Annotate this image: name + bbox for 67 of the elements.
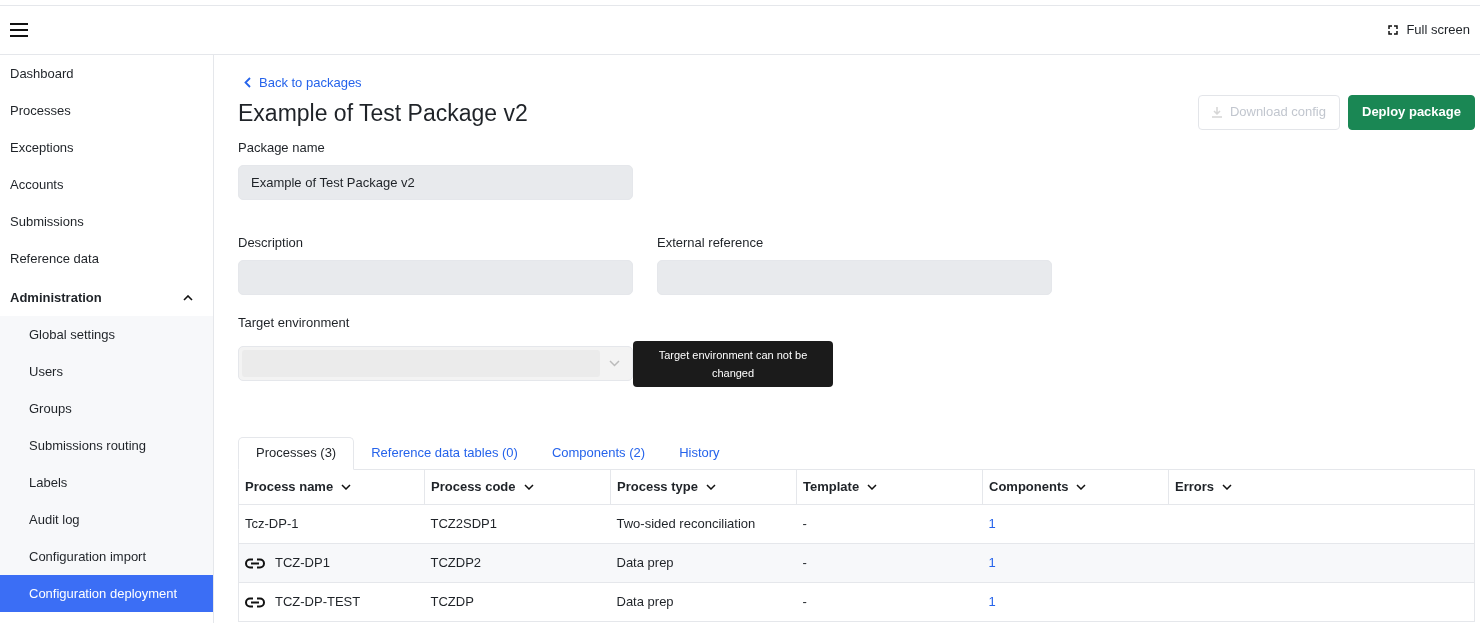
sidebar-item[interactable]: Reference data: [0, 240, 213, 277]
sidebar-item[interactable]: Users: [0, 353, 213, 390]
field-label: Package name: [238, 138, 326, 157]
menu-icon[interactable]: [10, 23, 28, 37]
tab[interactable]: Reference data tables (0): [354, 436, 535, 469]
chevron-down-icon: [341, 483, 352, 490]
column-header[interactable]: Components: [989, 477, 1087, 497]
table-row[interactable]: Tcz-DP-1 TCZ2SDP1 Two-sided reconciliation - 1: [238, 504, 1475, 544]
components-link[interactable]: 1: [988, 514, 996, 534]
sidebar-item[interactable]: Administration: [0, 279, 213, 316]
components-link[interactable]: 1: [988, 553, 996, 573]
table-row[interactable]: TCZ-DP-TEST TCZDP Data prep - 1: [238, 582, 1475, 622]
components-link[interactable]: 1: [988, 592, 996, 612]
table-cell-text: Two-sided reconciliation: [616, 515, 756, 534]
sidebar-item[interactable]: Processes: [0, 92, 213, 129]
sidebar-item[interactable]: Submissions: [0, 203, 213, 240]
sidebar-item[interactable]: Global settings: [0, 316, 213, 353]
text-field[interactable]: [238, 259, 633, 295]
chevron-down-icon: [1222, 483, 1233, 490]
table-cell-text: Data prep: [616, 593, 674, 612]
sidebar-item[interactable]: Exceptions: [0, 129, 213, 166]
text-field[interactable]: Example of Test Package v2: [238, 164, 633, 200]
download-icon: [1211, 106, 1222, 118]
tab[interactable]: Processes (3): [238, 436, 355, 470]
deploy-button[interactable]: Deploy package: [1348, 94, 1475, 130]
column-header[interactable]: Process name: [245, 477, 352, 497]
tab[interactable]: Components (2): [534, 436, 663, 469]
chevron-up-icon: [183, 294, 193, 301]
table-cell-text: -: [802, 593, 807, 612]
chevron-down-icon: [609, 360, 620, 367]
table-cell-text: TCZDP: [430, 593, 474, 612]
chevron-down-icon: [705, 483, 716, 490]
column-header[interactable]: Errors: [1175, 477, 1233, 497]
table-cell-text: TCZDP2: [430, 554, 482, 573]
table-row[interactable]: TCZ-DP1 TCZDP2 Data prep - 1: [238, 543, 1475, 583]
table-cell-text: TCZ-DP-TEST: [275, 593, 361, 612]
chevron-down-icon: [867, 483, 878, 490]
table-cell-text: -: [802, 554, 807, 573]
chevron-down-icon: [1076, 483, 1087, 490]
page-title: Example of Test Package v2: [238, 98, 528, 128]
column-header[interactable]: Process type: [617, 477, 716, 497]
sidebar-item[interactable]: Audit log: [0, 501, 213, 538]
chevron-down-icon: [523, 483, 534, 490]
table-cell-text: Tcz-DP-1: [245, 515, 299, 534]
field-label: Target environment: [238, 313, 351, 332]
table-cell-text: -: [802, 515, 807, 534]
column-header[interactable]: Template: [803, 477, 878, 497]
table-cell-text: TCZ2SDP1: [430, 515, 497, 534]
sidebar-item[interactable]: Labels: [0, 464, 213, 501]
sidebar-item[interactable]: Configuration import: [0, 538, 213, 575]
fullscreen-button[interactable]: Full screen: [1388, 20, 1470, 40]
tab[interactable]: History: [662, 436, 737, 469]
chevron-left-icon: [244, 77, 251, 89]
field-label: Description: [238, 233, 305, 252]
back-link[interactable]: Back to packages: [244, 73, 362, 93]
sidebar-item[interactable]: Accounts: [0, 166, 213, 203]
text-field[interactable]: [657, 259, 1052, 295]
tooltip: Target environment can not be changed: [633, 340, 833, 387]
sidebar-item[interactable]: Configuration deployment: [0, 575, 213, 612]
field-label: External reference: [657, 233, 765, 252]
column-header[interactable]: Process code: [431, 477, 534, 497]
sidebar-item[interactable]: Groups: [0, 390, 213, 427]
table-cell-text: TCZ-DP1: [275, 554, 330, 573]
sidebar-item[interactable]: Dashboard: [0, 55, 213, 92]
fullscreen-icon: [1388, 25, 1399, 35]
table-cell-text: Data prep: [616, 554, 674, 573]
sidebar-item[interactable]: Submissions routing: [0, 427, 213, 464]
